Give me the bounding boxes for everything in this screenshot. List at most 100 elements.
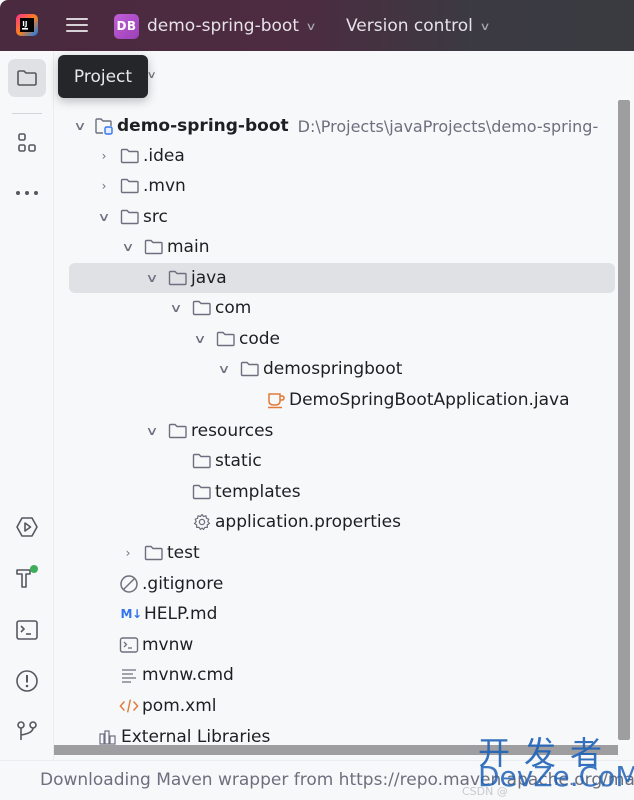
chevron-right-icon[interactable]: › (96, 179, 112, 193)
more-horizontal-icon (16, 191, 38, 195)
item-label: demospringboot (263, 359, 403, 379)
chevron-down-icon[interactable]: ∨ (188, 332, 212, 346)
item-label: .gitignore (142, 574, 224, 594)
hamburger-line (66, 30, 88, 32)
hammer-icon (16, 565, 38, 588)
chevron-down-icon[interactable]: ∨ (140, 271, 164, 285)
item-label: java (191, 268, 227, 288)
git-branch-icon (17, 721, 37, 740)
item-label: mvnw (142, 635, 194, 655)
terminal-tool-button[interactable] (8, 611, 46, 649)
tree-item[interactable]: M↓ HELP.md (119, 599, 218, 629)
structure-tool-button[interactable] (8, 124, 46, 162)
item-label: resources (191, 421, 274, 441)
git-tool-button[interactable] (8, 712, 46, 750)
tree-item[interactable]: ∨ src (96, 202, 167, 232)
project-tree: ∨ demo-spring-boot D:\Projects\javaProje… (56, 110, 616, 750)
tree-item[interactable]: mvnw (119, 630, 193, 660)
folder-icon (120, 177, 140, 195)
root-name: demo-spring-boot (117, 116, 289, 136)
item-label: com (215, 298, 252, 318)
tree-item[interactable]: ∨ main (120, 232, 209, 262)
structure-icon (18, 133, 36, 152)
chevron-down-icon[interactable]: ∨ (140, 424, 164, 438)
title-bar: IJ DB demo-spring-boot ∨ Version control… (0, 0, 634, 51)
chevron-right-icon[interactable]: › (96, 149, 112, 163)
watermark-csdn: CSDN @ (462, 785, 508, 798)
terminal-icon (16, 620, 38, 640)
tree-item[interactable]: ∨ demospringboot (216, 354, 402, 384)
libraries-icon (98, 728, 118, 746)
tree-item[interactable]: › .mvn (96, 171, 186, 201)
chevron-down-icon[interactable]: ∨ (212, 362, 236, 376)
item-label: pom.xml (142, 696, 217, 716)
problems-tool-button[interactable] (8, 662, 46, 700)
version-control-switcher[interactable]: Version control ∨ (346, 12, 491, 40)
test-folder-icon (144, 544, 164, 562)
tree-item[interactable]: pom.xml (119, 691, 217, 721)
item-label: main (167, 237, 210, 257)
source-folder-icon (168, 269, 188, 287)
chevron-down-icon[interactable]: ∨ (68, 119, 92, 133)
main-menu-button[interactable] (66, 15, 88, 35)
shell-script-icon (119, 636, 139, 654)
build-tool-button[interactable] (8, 558, 46, 596)
more-tools-button[interactable] (8, 174, 46, 212)
tree-item[interactable]: .gitignore (119, 569, 223, 599)
item-label: External Libraries (121, 727, 271, 747)
tree-item[interactable]: static (192, 446, 262, 476)
item-label: code (239, 329, 280, 349)
build-status-dot (30, 565, 38, 573)
chevron-right-icon[interactable]: › (120, 546, 136, 560)
version-control-label: Version control (346, 16, 473, 36)
tree-item[interactable]: ∨ resources (144, 416, 273, 446)
vertical-scrollbar[interactable] (618, 100, 630, 740)
item-label: test (167, 543, 200, 563)
package-folder-icon (192, 299, 212, 317)
project-tool-button[interactable] (8, 59, 46, 97)
item-label: .mvn (143, 176, 186, 196)
item-label: templates (215, 482, 301, 502)
tree-item[interactable]: ∨ com (168, 293, 251, 323)
folder-icon (120, 208, 140, 226)
item-label: DemoSpringBootApplication.java (289, 390, 570, 410)
hamburger-line (66, 24, 88, 26)
hamburger-line (66, 18, 88, 20)
chevron-down-icon[interactable]: ∨ (92, 210, 116, 224)
folder-icon (144, 238, 164, 256)
project-tooltip: Project (58, 55, 148, 98)
folder-icon (120, 147, 140, 165)
folder-icon (192, 483, 212, 501)
item-label: mvnw.cmd (142, 665, 234, 685)
run-icon (16, 517, 38, 537)
problems-icon (16, 670, 38, 692)
package-folder-icon (216, 330, 236, 348)
folder-icon (192, 452, 212, 470)
folder-icon (17, 70, 37, 86)
ignore-file-icon (119, 575, 139, 593)
gear-icon (192, 513, 212, 531)
tree-item-selected[interactable]: ∨ java (69, 263, 615, 293)
tree-item[interactable]: templates (192, 477, 301, 507)
tree-item[interactable]: › .idea (96, 141, 185, 171)
chevron-down-icon[interactable]: ∨ (147, 70, 157, 81)
resources-folder-icon (168, 422, 188, 440)
tree-item[interactable]: mvnw.cmd (119, 660, 234, 690)
root-path: D:\Projects\javaProjects\demo-spring- (297, 116, 599, 136)
chevron-down-icon[interactable]: ∨ (116, 240, 140, 254)
java-class-icon (266, 391, 286, 409)
item-label: HELP.md (144, 604, 218, 624)
intellij-logo-icon[interactable]: IJ (15, 13, 39, 37)
tool-window-strip (0, 51, 54, 761)
tree-item[interactable]: › test (120, 538, 200, 568)
markdown-icon: M↓ (120, 607, 143, 621)
tree-item[interactable]: DemoSpringBootApplication.java (266, 385, 570, 415)
chevron-down-icon[interactable]: ∨ (164, 301, 188, 315)
tree-item[interactable]: ∨ code (192, 324, 280, 354)
tree-item[interactable]: application.properties (192, 507, 401, 537)
run-tool-button[interactable] (8, 508, 46, 546)
project-switcher[interactable]: DB demo-spring-boot ∨ (114, 12, 317, 40)
project-badge: DB (114, 13, 139, 39)
tree-root[interactable]: ∨ demo-spring-boot D:\Projects\javaProje… (72, 111, 598, 141)
item-label: application.properties (215, 512, 401, 532)
